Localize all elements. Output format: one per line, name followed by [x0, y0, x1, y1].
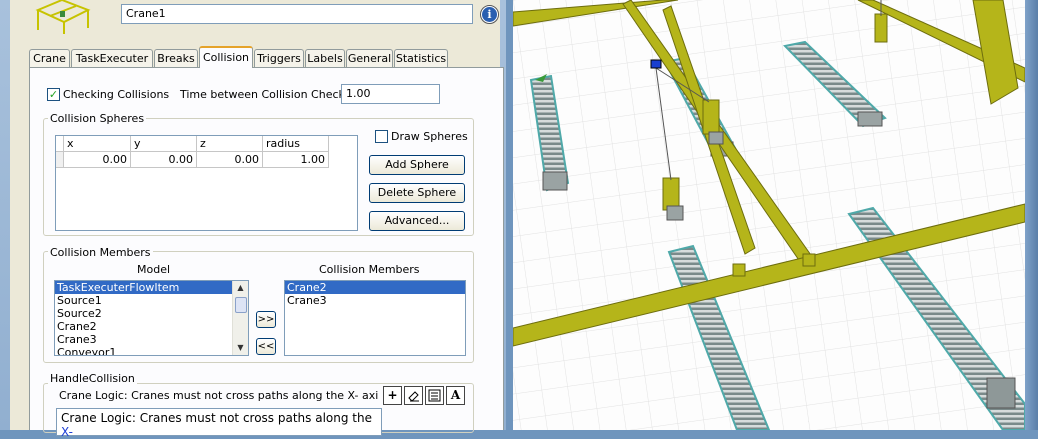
plus-icon[interactable]: + — [383, 386, 402, 405]
tab-crane[interactable]: Crane — [29, 49, 70, 68]
conveyor-item-box — [542, 171, 568, 191]
grid-header-z[interactable]: z — [197, 136, 263, 152]
tab-general[interactable]: General — [346, 49, 393, 68]
collision-spheres-grid[interactable]: x y z radius 0.00 0.00 0.00 1.00 — [55, 135, 358, 231]
code-keyword: X- — [61, 425, 73, 439]
add-member-button[interactable]: >> — [256, 311, 276, 328]
scroll-up-icon[interactable]: ▲ — [233, 281, 248, 295]
handle-collision-summary[interactable]: Crane Logic: Cranes must not cross paths… — [59, 389, 379, 402]
list-item[interactable]: Conveyor1 — [55, 346, 248, 355]
collision-spheres-group-title: Collision Spheres — [48, 112, 147, 125]
model-list[interactable]: TaskExecuterFlowItem Source1 Source2 Cra… — [54, 280, 249, 356]
window-border-right — [1025, 0, 1038, 430]
list-item[interactable]: Crane3 — [285, 294, 465, 307]
selected-crane-marker — [650, 59, 662, 69]
grid-corner-cell — [56, 136, 64, 152]
scroll-thumb[interactable] — [235, 297, 247, 313]
object-name-input[interactable]: Crane1 — [121, 4, 473, 24]
tab-taskexecuter[interactable]: TaskExecuter — [71, 49, 153, 68]
grid-header-x[interactable]: x — [64, 136, 131, 152]
text-edit-icon[interactable]: A — [446, 386, 465, 405]
model-list-scrollbar[interactable]: ▲ ▼ — [232, 281, 248, 355]
grid-cell-y[interactable]: 0.00 — [131, 152, 197, 168]
tab-breaks[interactable]: Breaks — [154, 49, 198, 68]
grid-cell-radius[interactable]: 1.00 — [263, 152, 329, 168]
list-item[interactable]: Source1 — [55, 294, 248, 307]
collision-members-group-title: Collision Members — [48, 246, 153, 259]
list-item[interactable]: Crane2 — [55, 320, 248, 333]
info-icon: i — [482, 7, 497, 22]
members-list-header: Collision Members — [319, 263, 420, 276]
tab-labels[interactable]: Labels — [305, 49, 345, 68]
draw-spheres-label: Draw Spheres — [391, 130, 468, 143]
model-list-header: Model — [137, 263, 171, 276]
eraser-icon[interactable] — [404, 386, 423, 405]
info-button[interactable]: i — [480, 5, 499, 24]
properties-icon[interactable] — [425, 386, 444, 405]
list-item[interactable]: TaskExecuterFlowItem — [55, 281, 248, 294]
delete-sphere-button[interactable]: Delete Sphere — [369, 183, 465, 203]
crane-hook-box — [666, 205, 684, 221]
collision-interval-label: Time between Collision Checks: — [180, 88, 355, 101]
code-text: Crane Logic: Cranes must not cross paths… — [61, 411, 372, 425]
list-item[interactable]: Source2 — [55, 307, 248, 320]
handle-collision-group-title: HandleCollision — [48, 372, 137, 385]
crane-hook-box — [708, 131, 724, 145]
grid-row-header[interactable] — [56, 152, 64, 168]
tab-statistics[interactable]: Statistics — [394, 49, 448, 68]
checking-collisions-checkbox[interactable]: ✓ — [47, 88, 60, 101]
3d-model-view[interactable] — [513, 0, 1025, 430]
advanced-button[interactable]: Advanced... — [369, 211, 465, 231]
conveyor-item-box — [857, 111, 883, 127]
conveyor-item-box — [986, 377, 1016, 409]
crane-thumbnail-icon — [35, 0, 91, 34]
checking-collisions-label: Checking Collisions — [63, 88, 170, 101]
add-sphere-button[interactable]: Add Sphere — [369, 155, 465, 175]
list-item[interactable]: Crane3 — [55, 333, 248, 346]
grid-header-y[interactable]: y — [131, 136, 197, 152]
grid-cell-z[interactable]: 0.00 — [197, 152, 263, 168]
tab-triggers[interactable]: Triggers — [254, 49, 304, 68]
grid-header-radius[interactable]: radius — [263, 136, 329, 152]
3d-scene — [513, 0, 1025, 430]
remove-member-button[interactable]: << — [256, 338, 276, 355]
handle-collision-code-editor[interactable]: Crane Logic: Cranes must not cross paths… — [56, 408, 382, 439]
grid-cell-x[interactable]: 0.00 — [64, 152, 131, 168]
scroll-down-icon[interactable]: ▼ — [233, 341, 248, 355]
list-item[interactable]: Crane2 — [285, 281, 465, 294]
draw-spheres-checkbox[interactable] — [375, 130, 388, 143]
collision-interval-input[interactable]: 1.00 — [341, 84, 440, 104]
left-window-frame: Crane1 i Crane TaskExecuter Breaks Colli… — [0, 0, 506, 439]
tab-collision[interactable]: Collision — [199, 46, 253, 68]
collision-members-list[interactable]: Crane2 Crane3 — [284, 280, 466, 356]
